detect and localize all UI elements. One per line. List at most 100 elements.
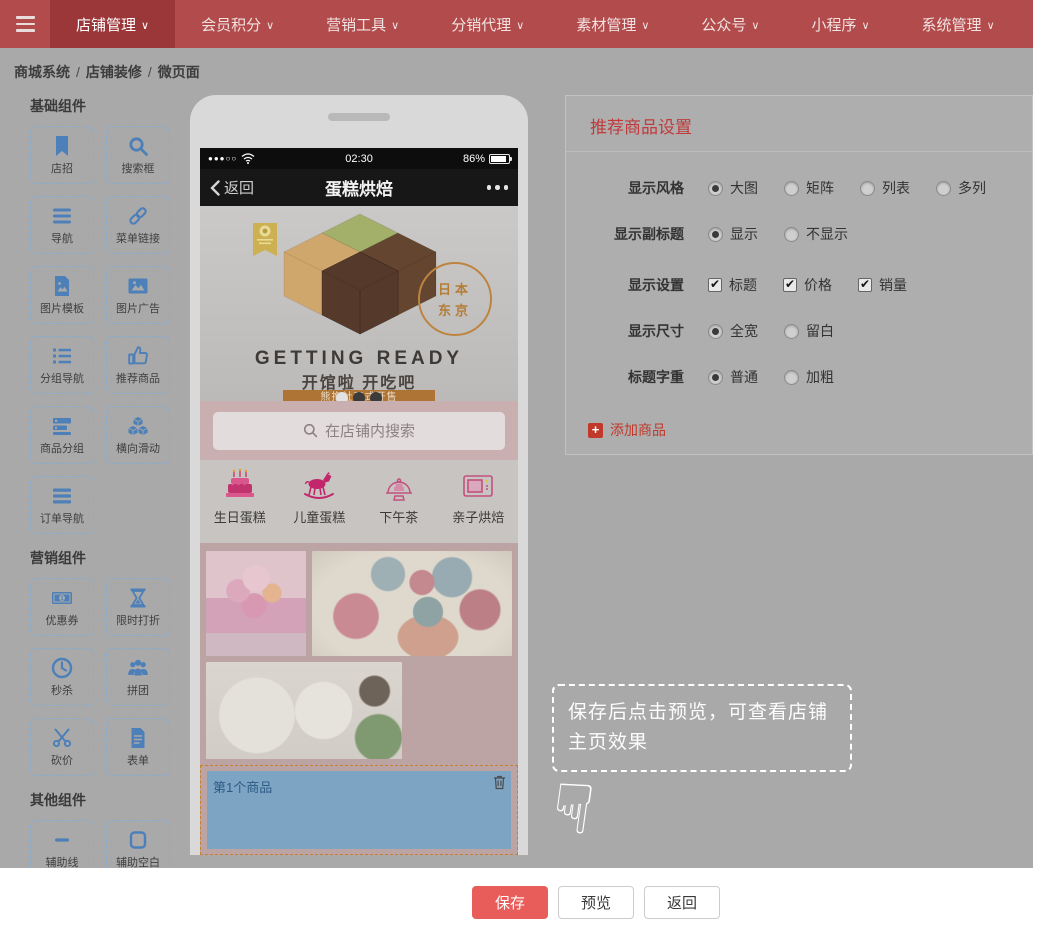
component-shop-sign[interactable]: 店招: [30, 126, 94, 184]
carousel-dots[interactable]: [336, 392, 382, 401]
gallery-image-afternoon-tea[interactable]: [206, 662, 402, 759]
component-menu-link[interactable]: 菜单链接: [106, 196, 170, 254]
component-image-template[interactable]: 图片模板: [30, 266, 94, 324]
component-group-nav[interactable]: 分组导航: [30, 336, 94, 394]
bars-icon: [50, 484, 74, 508]
nav-item-system[interactable]: 系统管理∨: [896, 0, 1021, 48]
phone-screen: ●●●○○ 02:30 86% 返回 蛋糕烘焙: [200, 148, 518, 855]
radio-full-width[interactable]: 全宽: [708, 321, 758, 341]
setting-row-subtitle: 显示副标题 显示 不显示: [592, 224, 1032, 244]
product-placeholder-label: 第1个商品: [213, 777, 272, 796]
radio-normal[interactable]: 普通: [708, 367, 758, 387]
back-button[interactable]: 返回: [210, 177, 280, 198]
gallery-image-flower-cake[interactable]: [206, 551, 306, 656]
breadcrumb-mall-system[interactable]: 商城系统: [14, 64, 70, 80]
component-goods-group[interactable]: 商品分组: [30, 406, 94, 464]
japan-tokyo-stamp: 日本 东京: [418, 262, 492, 336]
component-group-buy[interactable]: 拼团: [106, 648, 170, 706]
nav-item-material[interactable]: 素材管理∨: [550, 0, 675, 48]
back-chevron-icon: [210, 180, 220, 196]
category-family-baking[interactable]: 亲子烘焙: [439, 468, 519, 526]
section-title-marketing: 营销组件: [30, 548, 182, 568]
workspace: 商城系统/店铺装修/微页面 基础组件 店招 搜索框 导航: [0, 48, 1033, 868]
component-image-ad[interactable]: 图片广告: [106, 266, 170, 324]
scissors-icon: [50, 726, 74, 750]
radio-hide[interactable]: 不显示: [784, 224, 848, 244]
radio-list[interactable]: 列表: [860, 178, 910, 198]
menu-icon[interactable]: [0, 0, 50, 48]
nav-item-official-account[interactable]: 公众号∨: [675, 0, 785, 48]
store-title: 蛋糕烘焙: [280, 175, 438, 200]
more-icon[interactable]: [438, 185, 508, 190]
component-flash-sale[interactable]: 秒杀: [30, 648, 94, 706]
setting-row-title-weight: 标题字重 普通 加粗: [592, 367, 1032, 387]
radio-matrix[interactable]: 矩阵: [784, 178, 834, 198]
file-image-icon: [50, 274, 74, 298]
return-button[interactable]: 返回: [644, 886, 720, 919]
tutorial-tooltip: 保存后点击预览，可查看店铺主页效果: [552, 684, 852, 772]
component-bargain[interactable]: 砍价: [30, 718, 94, 776]
chevron-down-icon: ∨: [861, 19, 869, 32]
chevron-down-icon: ∨: [641, 19, 649, 32]
bars-icon: [50, 204, 74, 228]
component-recommended-goods[interactable]: 推荐商品: [106, 336, 170, 394]
breadcrumb-shop-decoration[interactable]: 店铺装修: [86, 64, 142, 80]
banner-headline: GETTING READY: [200, 348, 518, 370]
radio-bold[interactable]: 加粗: [784, 367, 834, 387]
section-title-other: 其他组件: [30, 790, 182, 810]
clock-icon: [50, 656, 74, 680]
save-button[interactable]: 保存: [472, 886, 548, 919]
birthday-cake-icon: [222, 468, 258, 504]
component-order-nav[interactable]: 订单导航: [30, 476, 94, 534]
radio-multi-column[interactable]: 多列: [936, 178, 986, 198]
section-title-basic: 基础组件: [30, 96, 182, 116]
breadcrumb: 商城系统/店铺装修/微页面: [14, 62, 200, 82]
component-coupon[interactable]: 1 优惠券: [30, 578, 94, 636]
component-form[interactable]: 表单: [106, 718, 170, 776]
nav-item-mini-program[interactable]: 小程序∨: [785, 0, 895, 48]
chevron-down-icon: ∨: [391, 19, 399, 32]
rocking-horse-icon: [301, 468, 337, 504]
cubes-icon: [126, 414, 150, 438]
nav-item-marketing-tools[interactable]: 营销工具∨: [300, 0, 425, 48]
radio-padded[interactable]: 留白: [784, 321, 834, 341]
radio-big-image[interactable]: 大图: [708, 178, 758, 198]
nav-item-shop-management[interactable]: 店铺管理∨: [50, 0, 175, 48]
add-product-button[interactable]: + 添加商品: [588, 420, 666, 440]
category-kids-cake[interactable]: 儿童蛋糕: [280, 468, 360, 526]
component-search-box[interactable]: 搜索框: [106, 126, 170, 184]
settings-panel: 推荐商品设置 显示风格 大图 矩阵 列表 多列 显示副标题 显示 不显示 显示设…: [565, 95, 1033, 455]
checkbox-price[interactable]: 价格: [783, 275, 832, 295]
radio-show[interactable]: 显示: [708, 224, 758, 244]
selected-recommended-goods-component[interactable]: 第1个商品: [200, 765, 518, 855]
gallery-image-bread[interactable]: [408, 662, 512, 759]
banner-component[interactable]: 日本 东京 GETTING READY 开馆啦 开吃吧 熊抱社正式开售: [200, 206, 518, 401]
image-gallery-component[interactable]: [200, 543, 518, 765]
category-birthday-cake[interactable]: 生日蛋糕: [200, 468, 280, 526]
preview-button[interactable]: 预览: [558, 886, 634, 919]
cake-dome-icon: [381, 468, 417, 504]
store-search-input[interactable]: 在店铺内搜索: [213, 412, 505, 450]
checkbox-title[interactable]: 标题: [708, 275, 757, 295]
top-navbar: 店铺管理∨ 会员积分∨ 营销工具∨ 分销代理∨ 素材管理∨ 公众号∨ 小程序∨ …: [0, 0, 1033, 48]
shop-page-builder: 店铺管理∨ 会员积分∨ 营销工具∨ 分销代理∨ 素材管理∨ 公众号∨ 小程序∨ …: [0, 0, 1041, 929]
category-afternoon-tea[interactable]: 下午茶: [359, 468, 439, 526]
delete-component-button[interactable]: [492, 774, 507, 795]
chevron-down-icon: ∨: [987, 19, 995, 32]
checkbox-sales[interactable]: 销量: [858, 275, 907, 295]
component-navigation[interactable]: 导航: [30, 196, 94, 254]
setting-row-display-settings: 显示设置 标题 价格 销量: [592, 275, 1032, 295]
nav-item-member-points[interactable]: 会员积分∨: [175, 0, 300, 48]
gallery-image-cookies[interactable]: [312, 551, 512, 656]
component-limited-discount[interactable]: 限时打折: [106, 578, 170, 636]
breadcrumb-micro-page[interactable]: 微页面: [158, 64, 200, 80]
component-horizontal-slide[interactable]: 横向滑动: [106, 406, 170, 464]
trash-icon: [492, 774, 507, 790]
chevron-down-icon: ∨: [751, 19, 759, 32]
product-placeholder[interactable]: 第1个商品: [207, 771, 511, 849]
nav-item-distribution[interactable]: 分销代理∨: [425, 0, 550, 48]
list-icon: [50, 344, 74, 368]
search-component[interactable]: 在店铺内搜索: [200, 401, 518, 460]
plus-icon: +: [588, 423, 603, 438]
link-icon: [126, 204, 150, 228]
